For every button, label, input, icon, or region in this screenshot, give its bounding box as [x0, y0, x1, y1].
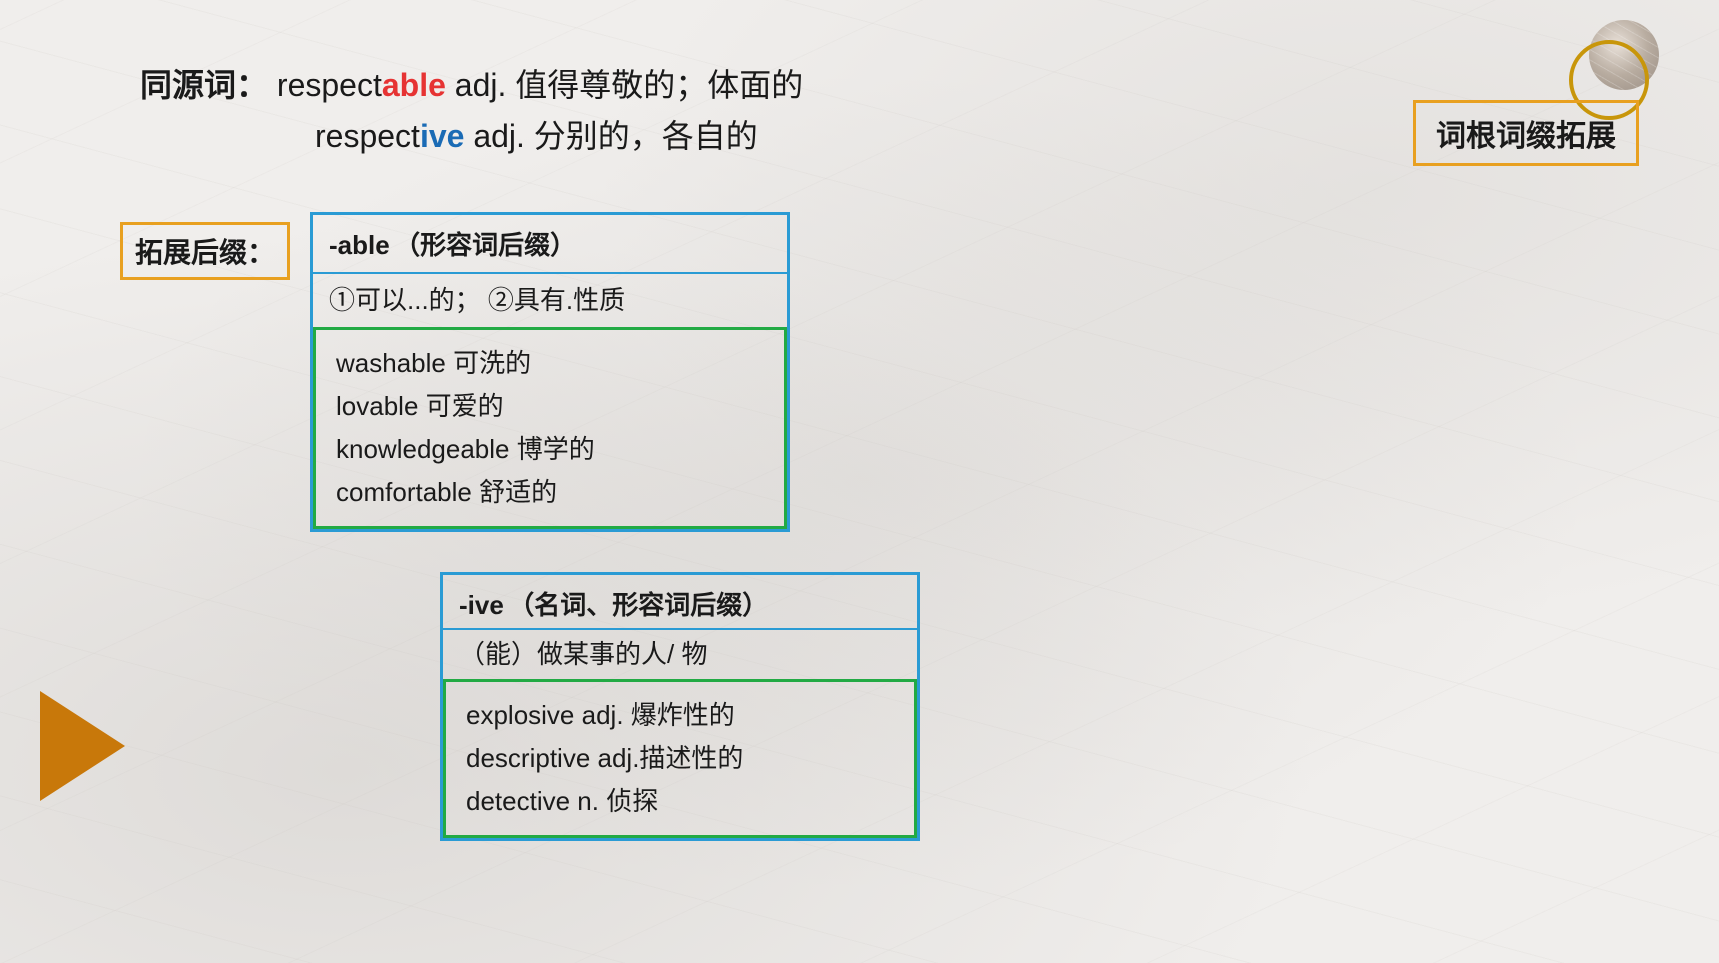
able-suffix-section: 拓展后缀： -able （形容词后缀） ①可以...的； ②具有.性质 wash…: [120, 212, 1659, 532]
ive-outer-box: -ive （名词、形容词后缀） （能）做某事的人/ 物 explosive ad…: [440, 572, 920, 841]
ive-header: -ive （名词、形容词后缀）: [443, 575, 917, 630]
ive-suffix-text: -ive: [459, 590, 504, 620]
ive-word-2: descriptive adj.描述性的: [466, 737, 894, 780]
able-word-1: washable 可洗的: [336, 342, 764, 385]
able-word-2: lovable 可爱的: [336, 385, 764, 428]
ive-words-box: explosive adj. 爆炸性的 descriptive adj.描述性的…: [443, 679, 917, 838]
word2-pos: adj.: [473, 118, 533, 154]
main-content: 同源词： respectable adj. 值得尊敬的；体面的 respecti…: [0, 0, 1719, 881]
vocab-box-container: 词根词缀拓展: [1413, 100, 1639, 166]
able-words-box: washable 可洗的 lovable 可爱的 knowledgeable 博…: [313, 327, 787, 529]
able-suffix-text: -able: [329, 230, 390, 260]
main-sections: 拓展后缀： -able （形容词后缀） ①可以...的； ②具有.性质 wash…: [120, 212, 1659, 840]
ive-suffix-section: -ive （名词、形容词后缀） （能）做某事的人/ 物 explosive ad…: [440, 572, 1659, 841]
word2-highlight: ive: [420, 118, 464, 154]
able-outer-box: -able （形容词后缀） ①可以...的； ②具有.性质 washable 可…: [310, 212, 790, 532]
suffix-section-label: 拓展后缀：: [120, 222, 290, 280]
able-header: -able （形容词后缀）: [313, 215, 787, 274]
ive-word-3: detective n. 侦探: [466, 780, 894, 823]
able-meaning2: ②具有.性质: [488, 285, 625, 315]
word1-prefix: respect: [277, 67, 382, 103]
vocab-box: 词根词缀拓展: [1413, 100, 1639, 166]
ive-word-1: explosive adj. 爆炸性的: [466, 694, 894, 737]
synonyms-label: 同源词：: [140, 67, 268, 103]
able-word-3: knowledgeable 博学的: [336, 428, 764, 471]
word1-meaning: 值得尊敬的；体面的: [515, 67, 803, 103]
word2-meaning: 分别的，各自的: [534, 118, 758, 154]
able-word-4: comfortable 舒适的: [336, 471, 764, 514]
word2-prefix: respect: [315, 118, 420, 154]
ive-meaning: （能）做某事的人/ 物: [443, 630, 917, 679]
able-meanings: ①可以...的； ②具有.性质: [313, 274, 787, 327]
arrow-decoration: [40, 691, 125, 801]
able-meaning1: ①可以...的；: [329, 285, 481, 315]
able-description: （形容词后缀）: [394, 230, 576, 260]
word1-highlight: able: [382, 67, 446, 103]
word1-pos: adj.: [455, 67, 515, 103]
ive-description: （名词、形容词后缀）: [508, 590, 768, 620]
